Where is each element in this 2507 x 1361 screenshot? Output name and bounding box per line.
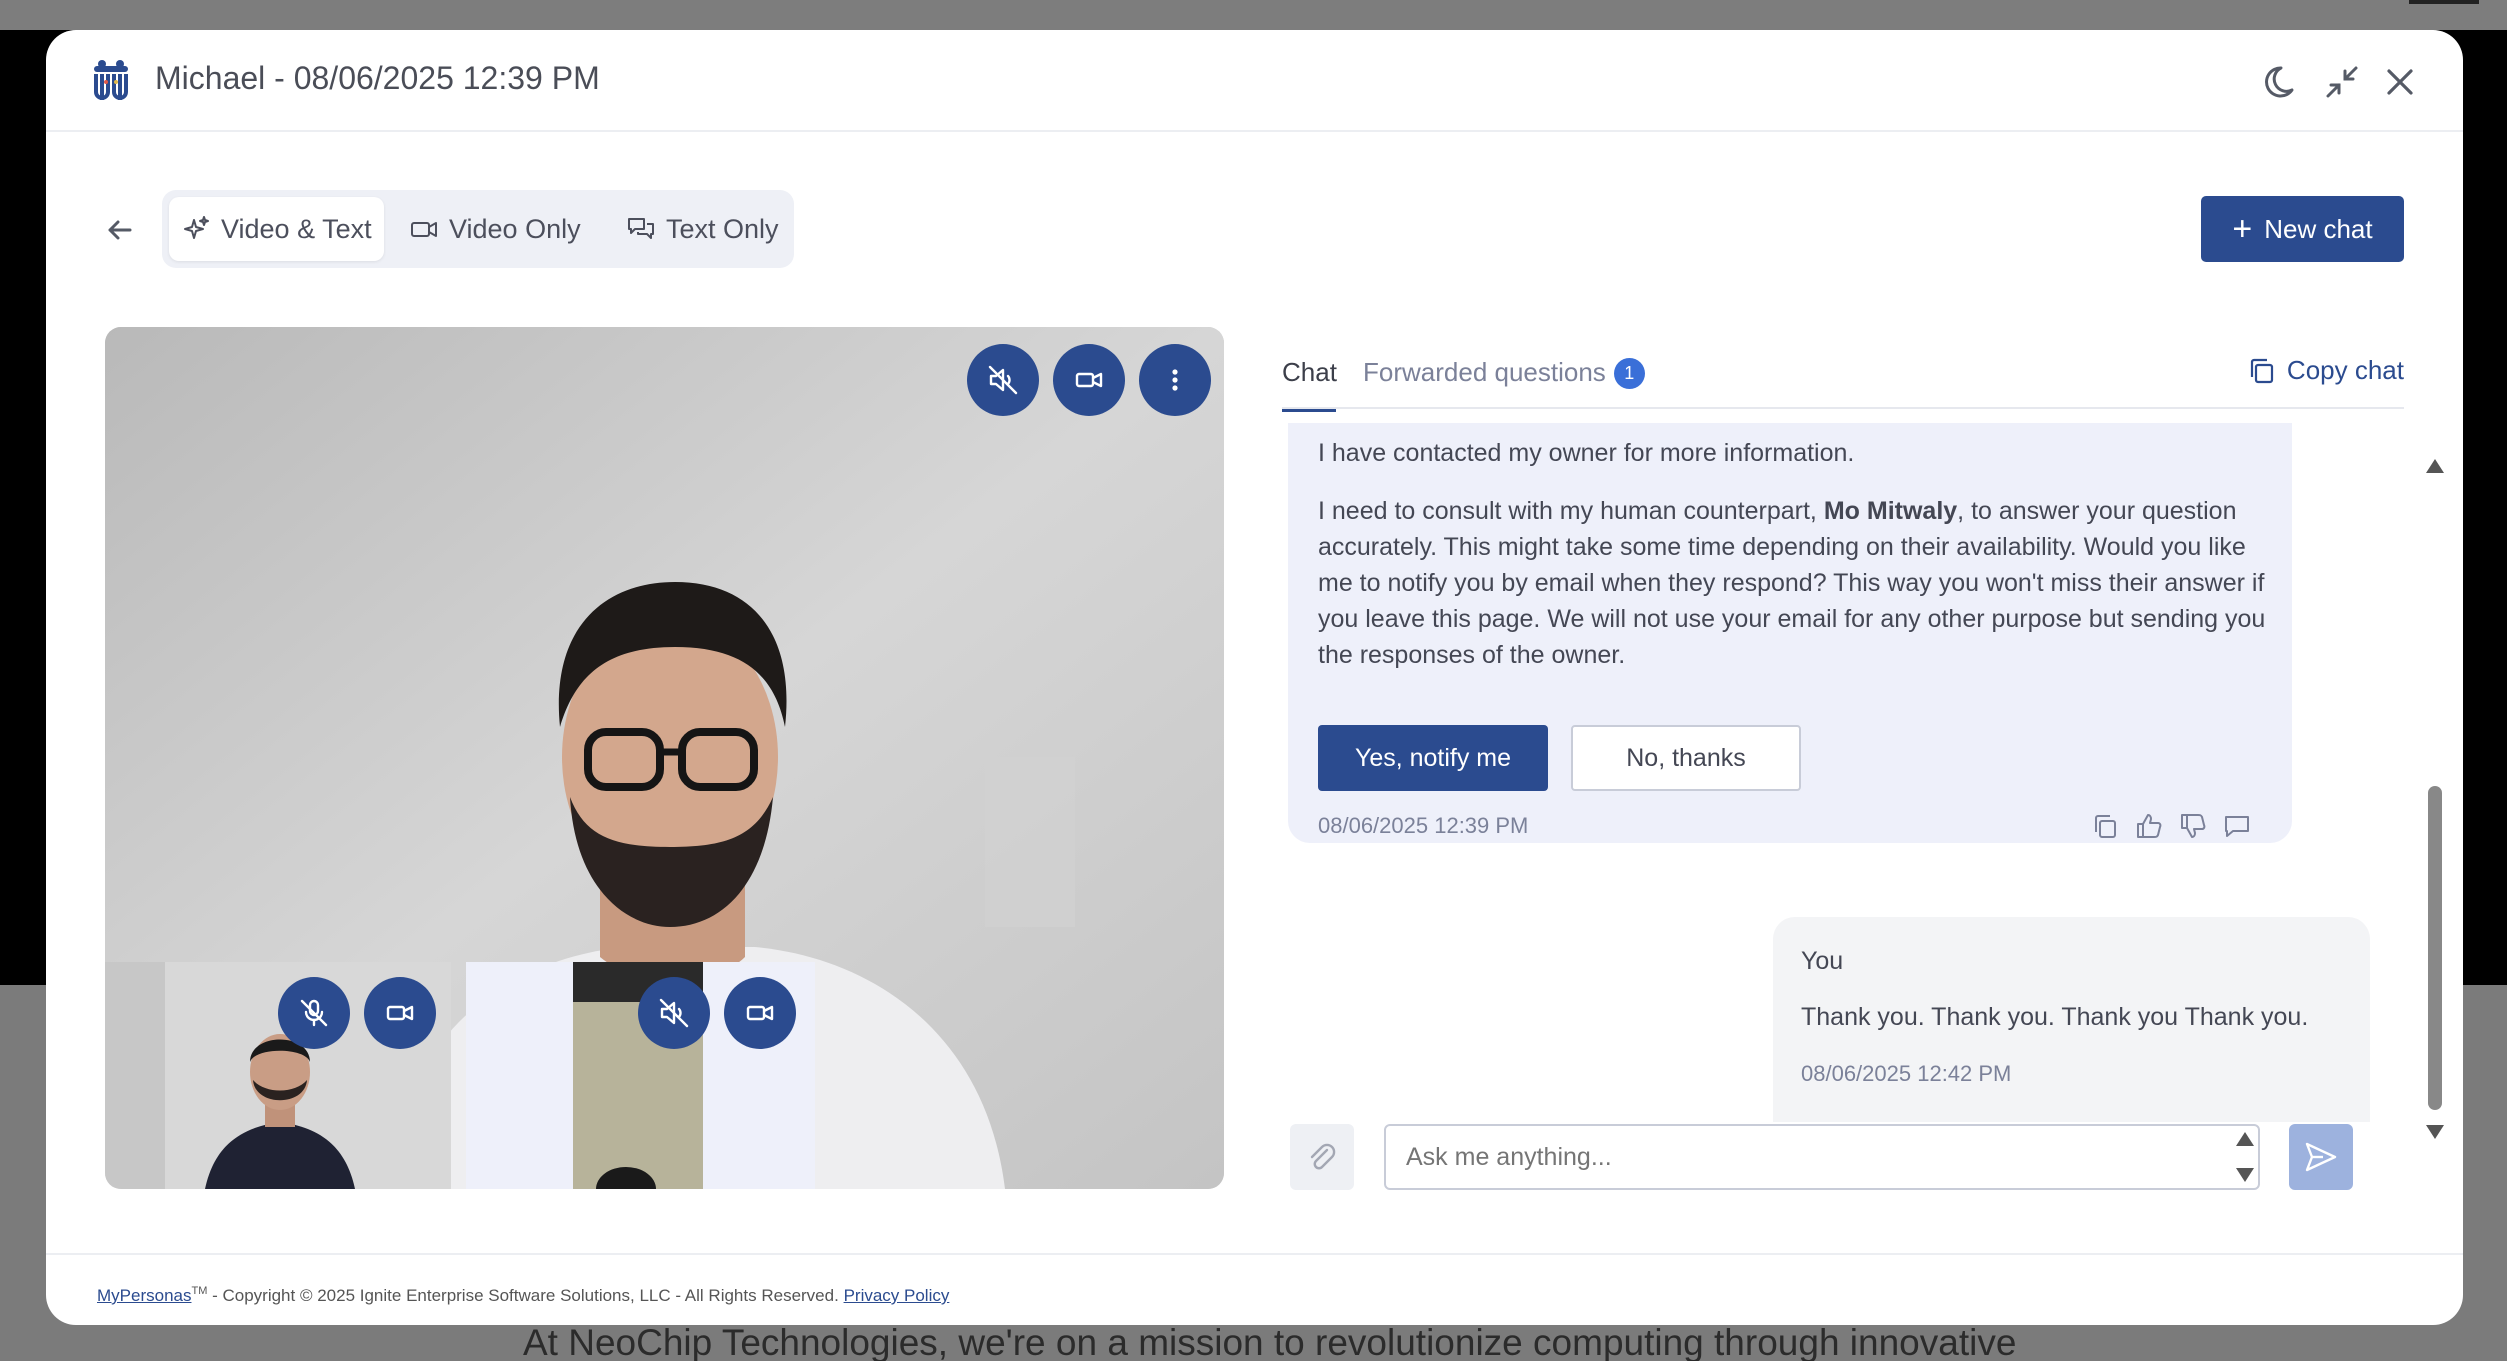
forwarded-count-badge: 1 <box>1613 358 1645 389</box>
mode-selector: Video & Text Video Only Text Only <box>162 190 794 268</box>
back-arrow-icon[interactable] <box>100 210 140 250</box>
mute-speaker-button[interactable] <box>967 344 1039 416</box>
user-message-timestamp: 08/06/2025 12:42 PM <box>1801 1061 2012 1086</box>
camera-toggle-button[interactable] <box>1053 344 1125 416</box>
mode-video-text-button[interactable]: Video & Text <box>169 197 384 261</box>
bot-message: I have contacted my owner for more infor… <box>1288 423 2292 843</box>
user-message-author: You <box>1801 947 1844 975</box>
video-camera-icon <box>411 222 437 237</box>
self-video-thumbnail <box>105 962 451 1189</box>
scroll-down-arrow-icon[interactable] <box>2426 1125 2444 1139</box>
thumbnail-camera-button[interactable] <box>364 977 436 1049</box>
scroll-thumb[interactable] <box>2428 786 2442 1110</box>
copy-icon <box>2250 358 2274 383</box>
speaker-muted-icon <box>988 365 1018 395</box>
chat-modal: Michael - 08/06/2025 12:39 PM Video & Te… <box>46 30 2463 1325</box>
no-thanks-button[interactable]: No, thanks <box>1571 725 1801 791</box>
new-chat-button[interactable]: + New chat <box>2201 196 2404 262</box>
bot-message-timestamp: 08/06/2025 12:39 PM <box>1318 813 1529 838</box>
trademark-mark: TM <box>191 1285 208 1297</box>
chat-tabs: Chat Forwarded questions 1 Copy chat <box>1282 327 2404 412</box>
bot-message-body: I need to consult with my human counterp… <box>1318 497 2266 669</box>
owner-name: Mo Mitwaly <box>1823 497 1958 525</box>
yes-notify-button[interactable]: Yes, notify me <box>1318 725 1548 791</box>
comment-icon[interactable] <box>2222 811 2252 841</box>
participant-mute-button[interactable] <box>638 977 710 1049</box>
mode-video-only-button[interactable]: Video Only <box>397 197 593 261</box>
thumbs-up-icon[interactable] <box>2134 811 2164 841</box>
copyright-text: - Copyright © 2025 Ignite Enterprise Sof… <box>207 1286 839 1305</box>
input-spin-down-icon[interactable] <box>2236 1168 2254 1182</box>
copy-chat-label: Copy chat <box>2286 355 2404 385</box>
backdrop-top <box>0 0 2507 30</box>
microphone-muted-icon <box>300 999 328 1027</box>
tab-forwarded-questions[interactable]: Forwarded questions 1 <box>1363 357 1645 389</box>
paperclip-icon <box>1310 1143 1336 1170</box>
mode-label: Video & Text <box>221 213 372 244</box>
video-camera-icon <box>1075 372 1103 388</box>
input-spin-up-icon[interactable] <box>2236 1132 2254 1146</box>
video-panel <box>105 327 1224 1189</box>
thumbs-down-icon[interactable] <box>2178 811 2208 841</box>
message-actions <box>2090 811 2252 841</box>
mode-text-only-button[interactable]: Text Only <box>614 197 791 261</box>
mute-mic-button[interactable] <box>278 977 350 1049</box>
copy-icon[interactable] <box>2090 811 2120 841</box>
close-icon[interactable] <box>2378 60 2422 104</box>
tab-chat[interactable]: Chat <box>1282 357 1337 412</box>
plus-icon: + <box>2232 210 2253 248</box>
moon-icon[interactable] <box>2262 60 2306 104</box>
minimize-icon[interactable] <box>2320 60 2364 104</box>
page-title: Michael - 08/06/2025 12:39 PM <box>155 60 600 96</box>
footer-copyright: MyPersonasTM - Copyright © 2025 Ignite E… <box>97 1285 949 1306</box>
mode-label: Video Only <box>449 213 581 244</box>
new-chat-label: New chat <box>2264 213 2373 244</box>
participant-camera-button[interactable] <box>724 977 796 1049</box>
chat-scrollbar[interactable] <box>2422 423 2446 1143</box>
chat-bubbles-icon <box>628 218 654 239</box>
app-logo-icon <box>94 60 128 100</box>
more-vertical-icon <box>1172 369 1178 391</box>
user-message: You Thank you. Thank you. Thank you Than… <box>1773 917 2370 1122</box>
participant-video-thumbnail <box>466 962 815 1189</box>
bot-message-line: I have contacted my owner for more infor… <box>1318 439 1855 467</box>
speaker-muted-icon <box>659 998 689 1028</box>
video-camera-icon <box>746 1005 774 1021</box>
tab-forwarded-label: Forwarded questions <box>1363 357 1606 387</box>
backdrop-tab <box>2409 0 2479 4</box>
privacy-policy-link[interactable]: Privacy Policy <box>844 1286 950 1305</box>
chat-input[interactable] <box>1384 1124 2260 1190</box>
scroll-up-arrow-icon[interactable] <box>2426 459 2444 473</box>
video-camera-icon <box>386 1005 414 1021</box>
more-options-button[interactable] <box>1139 344 1211 416</box>
send-button[interactable] <box>2289 1124 2353 1190</box>
user-message-text: Thank you. Thank you. Thank you Thank yo… <box>1801 1003 2309 1031</box>
brand-link[interactable]: MyPersonas <box>97 1286 191 1305</box>
copy-chat-button[interactable]: Copy chat <box>2247 355 2404 386</box>
send-icon <box>2305 1142 2337 1172</box>
sparkle-icon <box>184 216 209 239</box>
modal-footer: MyPersonasTM - Copyright © 2025 Ignite E… <box>46 1253 2463 1325</box>
attach-file-button[interactable] <box>1290 1124 1354 1190</box>
chat-messages: I have contacted my owner for more infor… <box>1282 423 2432 1123</box>
modal-header: Michael - 08/06/2025 12:39 PM <box>46 30 2463 132</box>
mode-label: Text Only <box>666 213 779 244</box>
backdrop-page-text: At NeoChip Technologies, we're on a miss… <box>523 1322 2017 1361</box>
